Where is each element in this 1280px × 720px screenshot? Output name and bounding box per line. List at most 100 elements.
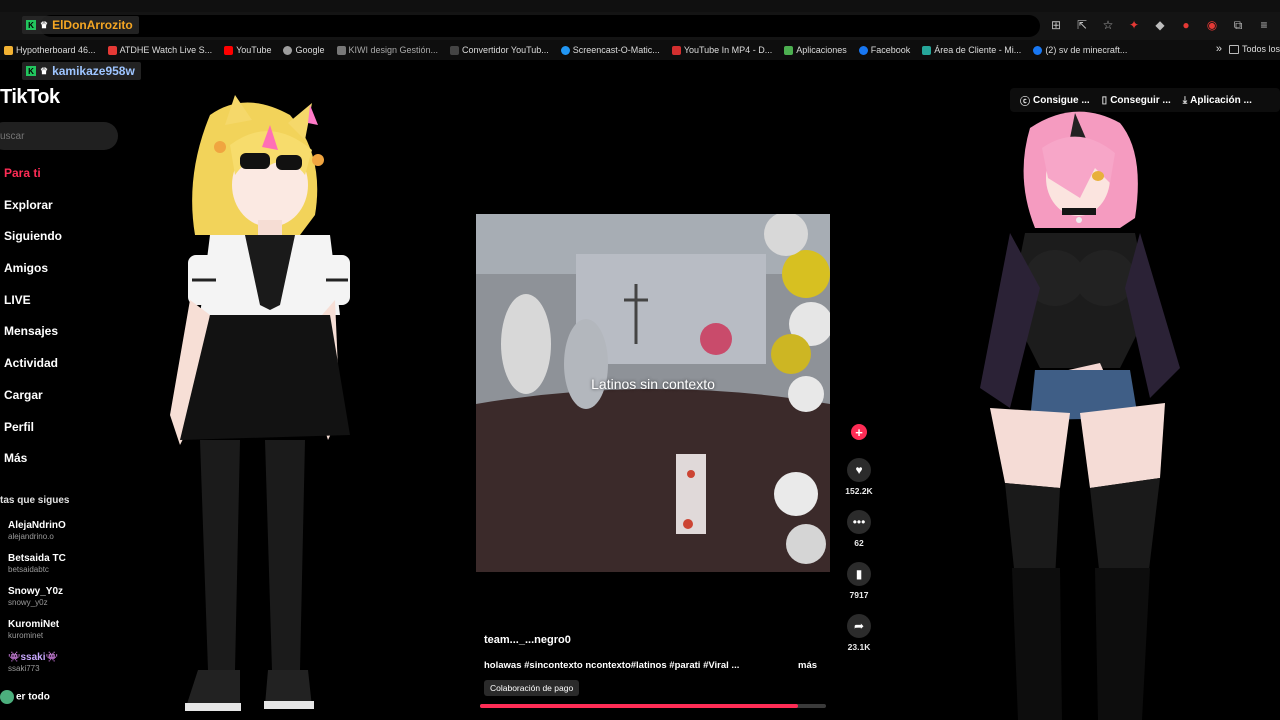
toolbar-icons: ⊞ ⇱ ☆ ✦ ◆ ● ◉ ⧉ ≡ (1048, 15, 1272, 35)
account-name: KuromiNet (8, 619, 60, 630)
star-icon[interactable]: ☆ (1100, 17, 1116, 33)
all-bookmarks[interactable]: Todos los (1228, 44, 1280, 54)
following-account[interactable]: 👾ssaki👾 ssaki773 (8, 652, 66, 674)
account-handle: ssaki773 (8, 664, 40, 673)
following-account[interactable]: KuromiNet kurominet (8, 619, 66, 641)
facebook-icon (858, 45, 868, 55)
apps-icon (784, 45, 794, 55)
account-name: 👾ssaki👾 (8, 652, 58, 663)
nav-item-cargar[interactable]: Cargar (4, 386, 62, 418)
bookmark-item[interactable]: ATDHE Watch Live S... (107, 45, 212, 55)
account-handle: betsaidabtc (8, 565, 49, 574)
bookmark-item[interactable]: (2) sv de minecraft... (1033, 45, 1127, 55)
nav-item-mas[interactable]: Más (4, 449, 62, 481)
chat-user-kamikaze958w: K ♛ kamikaze958w (22, 62, 141, 80)
share-arrow-icon[interactable]: ➦ (847, 614, 871, 638)
nav-item-amigos[interactable]: Amigos (4, 259, 62, 291)
bookmark-icon (4, 45, 13, 55)
video-author[interactable]: team..._...negro0 (484, 634, 571, 646)
nav-item-explorar[interactable]: Explorar (4, 196, 62, 228)
nav-item-perfil[interactable]: Perfil (4, 418, 62, 450)
bookmark-item[interactable]: Facebook (858, 45, 910, 55)
search-input[interactable] (0, 122, 118, 150)
see-all-link[interactable]: er todo (0, 690, 50, 704)
folder-icon (1228, 44, 1239, 54)
download-icon: ⤓ (1182, 94, 1188, 106)
bookmark-item[interactable]: YouTube (224, 45, 271, 55)
bookmark-item[interactable]: Hypotherboard 46... (4, 45, 96, 55)
more-bookmarks-icon[interactable]: » (1216, 43, 1222, 55)
nav-item-actividad[interactable]: Actividad (4, 354, 62, 386)
like-heart-icon[interactable]: ♥ (847, 458, 871, 482)
download-app-button[interactable]: ⤓ Aplicación ... (1183, 95, 1252, 106)
account-handle: snowy_y0z (8, 598, 48, 607)
video-frame (476, 214, 830, 572)
facebook-icon (1033, 45, 1043, 55)
recording-icon[interactable]: ● (1178, 17, 1194, 33)
nav-item-siguiendo[interactable]: Siguiendo (4, 227, 62, 259)
share-count: 23.1K (847, 642, 871, 652)
phone-icon: ▯ (1101, 94, 1108, 106)
bookmark-item[interactable]: Google (283, 45, 325, 55)
paid-partnership-chip: Colaboración de pago (484, 680, 580, 696)
bookmark-item[interactable]: Convertidor YouTub... (450, 45, 549, 55)
comment-count: 62 (854, 538, 864, 548)
bookmark-icon (560, 45, 570, 55)
bookmark-item[interactable]: KIWI design Gestión... (336, 45, 438, 55)
video-description: holawas #sincontexto ncontexto#latinos #… (484, 660, 740, 671)
following-accounts-title: tas que sigues (0, 495, 70, 506)
crown-icon: ♛ (40, 19, 49, 30)
account-name: Snowy_Y0z (8, 586, 64, 597)
install-icon[interactable]: ⇱ (1074, 17, 1090, 33)
bookmark-icon (107, 45, 117, 55)
account-handle: kurominet (8, 631, 44, 640)
extension-red-icon[interactable]: ✦ (1126, 17, 1142, 33)
moderator-badge-icon: K (26, 20, 36, 30)
bookmark-item[interactable]: Área de Cliente - Mi... (922, 45, 1021, 55)
video-progress-fill (480, 704, 799, 708)
bookmark-icon (450, 45, 460, 55)
puzzle-icon[interactable]: ⧉ (1230, 17, 1246, 33)
nav-item-live[interactable]: LIVE (4, 291, 62, 323)
bookmark-icon (922, 45, 932, 55)
video-actions: + ♥ 152.2K ••• 62 ▮ 7917 ➦ 23.1K (840, 424, 878, 666)
globe-icon (283, 45, 293, 55)
translate-icon[interactable]: ⊞ (1048, 17, 1064, 33)
account-name: AlejaNdrinO (8, 520, 66, 531)
following-account[interactable]: Snowy_Y0z snowy_y0z (8, 586, 66, 608)
address-bar[interactable] (40, 15, 1040, 37)
following-account[interactable]: Betsaida TC betsaidabtc (8, 553, 66, 575)
bookmark-icon (671, 45, 681, 55)
extension-circle-icon[interactable]: ◉ (1204, 17, 1220, 33)
crown-icon: ♛ (40, 65, 49, 76)
follow-plus-icon[interactable]: + (851, 424, 867, 440)
save-count: 7917 (849, 590, 869, 600)
more-link[interactable]: más (798, 660, 817, 671)
tiktok-logo[interactable]: TikTok (0, 86, 60, 109)
chat-username: ElDonArrozito (52, 18, 133, 32)
chat-username: kamikaze958w (52, 64, 135, 78)
comment-icon[interactable]: ••• (847, 510, 871, 534)
extension-icon[interactable]: ◆ (1152, 17, 1168, 33)
bookmark-item[interactable]: Screencast-O-Matic... (560, 45, 660, 55)
menu-icon[interactable]: ≡ (1256, 17, 1272, 33)
bookmark-icon (336, 45, 346, 55)
following-account[interactable]: AlejaNdrinO alejandrino.o (8, 520, 66, 542)
like-count: 152.2K (845, 486, 873, 496)
nav-item-mensajes[interactable]: Mensajes (4, 322, 62, 354)
coin-icon: ⓒ (1020, 96, 1030, 108)
get-coins-button[interactable]: ⓒ Consigue ... (1020, 93, 1090, 108)
sidebar-nav: Para ti Explorar Siguiendo Amigos LIVE M… (4, 164, 62, 481)
vtuber-avatar-left (170, 95, 350, 711)
video-caption: Latinos sin contexto (591, 376, 715, 392)
nav-item-para-ti[interactable]: Para ti (4, 164, 62, 196)
bookmark-item[interactable]: Aplicaciones (784, 45, 847, 55)
get-app-button[interactable]: ▯ Conseguir ... (1102, 95, 1171, 106)
video-progress-bar[interactable] (480, 704, 826, 708)
account-name: Betsaida TC (8, 553, 66, 564)
following-list: AlejaNdrinO alejandrino.o Betsaida TC be… (8, 520, 66, 674)
bookmarks-bar: Hypotherboard 46... ATDHE Watch Live S..… (0, 40, 1280, 60)
bookmark-save-icon[interactable]: ▮ (847, 562, 871, 586)
video-player[interactable]: Latinos sin contexto (476, 214, 830, 572)
bookmark-item[interactable]: YouTube In MP4 - D... (671, 45, 772, 55)
